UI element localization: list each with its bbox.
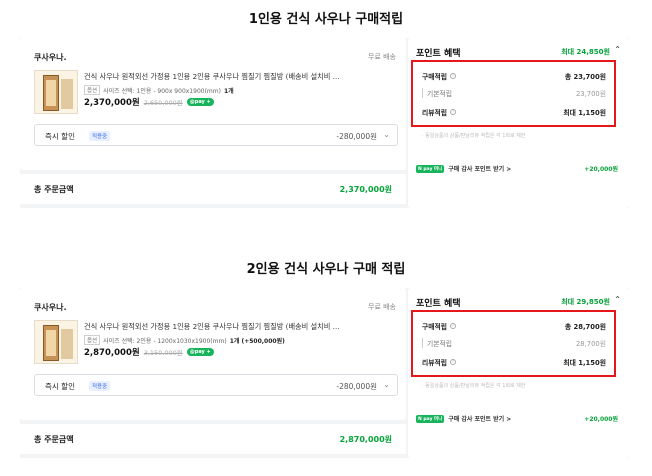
- product-thumbnail[interactable]: [34, 70, 78, 114]
- points-max: 최대 24,850원: [561, 48, 610, 56]
- info-icon[interactable]: ?: [450, 109, 457, 115]
- points-highlight-box: 구매적립? 총 23,700원 기본적립 23,700원 리뷰적립? 최대 1,…: [411, 60, 616, 127]
- discount-label: 즉시 할인: [45, 132, 75, 141]
- section-1-title: 1인용 건식 사우나 구매적립: [248, 12, 404, 27]
- option-row: 옵션 사이즈 선택: 1인용 - 900x 900x1900(mm) 1개: [84, 85, 234, 95]
- discount-amount: -280,000원: [336, 132, 377, 141]
- price-row: 2,370,000원 2,650,000원 @pay +: [84, 96, 214, 108]
- total-value: 2,870,000원: [339, 435, 392, 444]
- review-points-label: 리뷰적립: [422, 109, 448, 117]
- basic-points-row: 기본적립 23,700원: [422, 88, 606, 98]
- info-icon[interactable]: ?: [450, 359, 457, 365]
- npay-points-text: 구매 감사 포인트 받기 >: [448, 166, 512, 173]
- product-name[interactable]: 건식 사우나 원적외선 가정용 1인용 2인용 쿠사우나 찜질기 찜질방 (배송…: [84, 72, 400, 82]
- order-card: 쿠사우나. 무료 배송 건식 사우나 원적외선 가정용 1인용 2인용 쿠사우나…: [20, 38, 406, 170]
- points-highlight-box: 구매적립? 총 28,700원 기본적립 28,700원 리뷰적립? 최대 1,…: [411, 310, 616, 377]
- sale-price: 2,870,000원: [84, 348, 140, 358]
- total-label: 총 주문금액: [34, 435, 74, 444]
- shipping-info: 무료 배송: [368, 303, 396, 311]
- basic-points-row: 기본적립 28,700원: [422, 338, 606, 348]
- basic-points-value: 23,700원: [575, 90, 606, 98]
- purchase-points-label: 구매적립: [422, 323, 448, 331]
- sale-price: 2,370,000원: [84, 98, 140, 108]
- option-tag: 옵션: [84, 85, 101, 95]
- total-label: 총 주문금액: [34, 185, 74, 194]
- chevron-down-icon[interactable]: ⌄: [383, 130, 390, 139]
- discount-label: 즉시 할인: [45, 382, 75, 391]
- option-row: 옵션 사이즈 선택: 2인용 - 1200x1030x1900(mm) 1개 (…: [84, 335, 285, 345]
- npay-money-logo: N pay 머니: [416, 414, 445, 423]
- section-2-title: 2인용 건식 사우나 구매 적립: [246, 262, 406, 277]
- checkout-panel-2: 쿠사우나. 무료 배송 건식 사우나 원적외선 가정용 1인용 2인용 쿠사우나…: [20, 288, 628, 458]
- review-points-value: 최대 1,150원: [563, 359, 606, 367]
- purchase-points-label: 구매적립: [422, 73, 448, 81]
- purchase-points-row: 구매적립? 총 28,700원: [422, 321, 606, 331]
- chevron-down-icon[interactable]: ⌄: [383, 380, 390, 389]
- review-points-row: 리뷰적립? 최대 1,150원: [422, 107, 606, 117]
- checkout-panel-1: 쿠사우나. 무료 배송 건식 사우나 원적외선 가정용 1인용 2인용 쿠사우나…: [20, 38, 628, 208]
- instant-discount-dropdown[interactable]: 즉시 할인 적용중 -280,000원 ⌄: [34, 374, 398, 396]
- discount-applied-badge: 적용중: [89, 381, 111, 391]
- total-value: 2,370,000원: [339, 185, 392, 194]
- discount-amount: -280,000원: [336, 382, 377, 391]
- price-row: 2,870,000원 3,150,000원 @pay +: [84, 346, 214, 358]
- points-max: 최대 29,850원: [561, 298, 610, 306]
- basic-points-label: 기본적립: [422, 88, 452, 98]
- product-name[interactable]: 건식 사우나 원적외선 가정용 1인용 2인용 쿠사우나 찜질기 찜질방 (배송…: [84, 322, 400, 332]
- quantity: 1개 (+500,000원): [229, 337, 285, 345]
- chevron-up-icon[interactable]: ⌃: [614, 295, 621, 304]
- shipping-info: 무료 배송: [368, 53, 396, 61]
- purchase-points-value: 총 28,700원: [564, 323, 606, 331]
- chevron-up-icon[interactable]: ⌃: [614, 45, 621, 54]
- basic-points-value: 28,700원: [575, 340, 606, 348]
- points-title: 포인트 혜택: [416, 49, 461, 59]
- quantity: 1개: [223, 87, 234, 95]
- npay-badge: @pay +: [186, 98, 214, 106]
- order-total-row: 총 주문금액 2,370,000원: [20, 174, 406, 204]
- review-points-label: 리뷰적립: [422, 359, 448, 367]
- option-text: 사이즈 선택: 2인용 - 1200x1030x1900(mm): [103, 337, 227, 345]
- info-icon[interactable]: ?: [450, 323, 457, 329]
- npay-points-text: 구매 감사 포인트 받기 >: [448, 416, 512, 423]
- purchase-points-value: 총 23,700원: [564, 73, 606, 81]
- discount-applied-badge: 적용중: [89, 131, 111, 141]
- original-price: 3,150,000원: [143, 349, 183, 357]
- review-points-note: · 동일상품의 상품/판날리뷰 적립은 각 1회로 제한: [422, 383, 526, 389]
- info-icon[interactable]: ?: [450, 73, 457, 79]
- shop-name[interactable]: 쿠사우나.: [34, 52, 66, 63]
- option-text: 사이즈 선택: 1인용 - 900x 900x1900(mm): [103, 87, 221, 95]
- points-benefit-card: 포인트 혜택 최대 24,850원 ⌃ 구매적립? 총 23,700원 기본적립…: [408, 38, 628, 208]
- shop-name[interactable]: 쿠사우나.: [34, 302, 66, 313]
- original-price: 2,650,000원: [143, 99, 183, 107]
- purchase-points-row: 구매적립? 총 23,700원: [422, 71, 606, 81]
- npay-points-link[interactable]: N pay 머니 구매 감사 포인트 받기 > +20,000원: [416, 414, 618, 423]
- instant-discount-dropdown[interactable]: 즉시 할인 적용중 -280,000원 ⌄: [34, 124, 398, 146]
- npay-money-logo: N pay 머니: [416, 164, 445, 173]
- npay-points-link[interactable]: N pay 머니 구매 감사 포인트 받기 > +20,000원: [416, 164, 618, 173]
- npay-points-value: +20,000원: [584, 416, 618, 423]
- product-thumbnail[interactable]: [34, 320, 78, 364]
- review-points-row: 리뷰적립? 최대 1,150원: [422, 357, 606, 367]
- points-title: 포인트 혜택: [416, 299, 461, 309]
- option-tag: 옵션: [84, 335, 101, 345]
- npay-points-value: +20,000원: [584, 166, 618, 173]
- review-points-value: 최대 1,150원: [563, 109, 606, 117]
- basic-points-label: 기본적립: [422, 338, 452, 348]
- npay-badge: @pay +: [186, 348, 214, 356]
- review-points-note: · 동일상품의 상품/판날리뷰 적립은 각 1회로 제한: [422, 133, 526, 139]
- order-total-row: 총 주문금액 2,870,000원: [20, 424, 406, 454]
- points-benefit-card: 포인트 혜택 최대 29,850원 ⌃ 구매적립? 총 28,700원 기본적립…: [408, 288, 628, 458]
- order-card: 쿠사우나. 무료 배송 건식 사우나 원적외선 가정용 1인용 2인용 쿠사우나…: [20, 288, 406, 420]
